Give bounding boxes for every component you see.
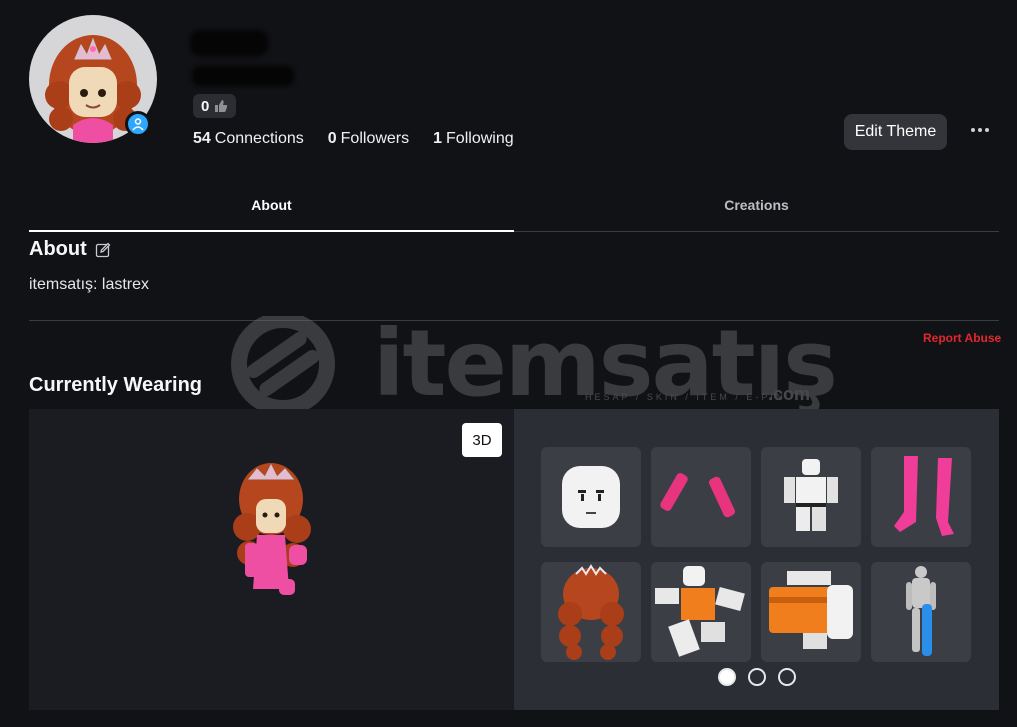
- wearing-items-grid: [541, 447, 971, 662]
- wearing-item[interactable]: [541, 562, 641, 662]
- stat-connections[interactable]: 54 Connections: [193, 130, 304, 148]
- page-dot-1[interactable]: [718, 668, 736, 686]
- username-redacted: [192, 66, 294, 86]
- red-hair-icon: [558, 564, 624, 660]
- stat-followers[interactable]: 0 Followers: [328, 130, 409, 148]
- orange-torso-icon: [769, 571, 853, 649]
- white-body-icon: [784, 459, 838, 531]
- profile-avatar[interactable]: [29, 15, 157, 143]
- edit-theme-button[interactable]: Edit Theme: [844, 114, 947, 150]
- about-heading: About: [29, 238, 111, 261]
- wearing-item[interactable]: [651, 562, 751, 662]
- user-presence-icon: [125, 111, 151, 137]
- wearing-items-panel: [514, 409, 999, 710]
- watermark-subtitle: HESAP / SKIN / ITEM / E-PIN: [585, 392, 786, 402]
- wearing-item[interactable]: [761, 562, 861, 662]
- currently-wearing-title: Currently Wearing: [29, 374, 202, 396]
- wearing-item[interactable]: [871, 447, 971, 547]
- wearing-item[interactable]: [541, 447, 641, 547]
- more-options-icon[interactable]: [968, 118, 992, 142]
- pink-arms-icon: [660, 473, 735, 518]
- avatar-viewer[interactable]: 3D: [29, 409, 514, 710]
- stat-following[interactable]: 1 Following: [433, 130, 514, 148]
- blue-leg-icon: [906, 566, 936, 656]
- page-dot-3[interactable]: [778, 668, 796, 686]
- display-name-redacted: [190, 30, 268, 56]
- pink-legs-icon: [894, 456, 954, 536]
- about-description: itemsatış: lastrex: [29, 276, 150, 293]
- likes-count: 0: [201, 97, 210, 115]
- wearing-item[interactable]: [761, 447, 861, 547]
- wearing-item[interactable]: [871, 562, 971, 662]
- tab-creations[interactable]: Creations: [514, 186, 999, 231]
- avatar-figure: [233, 463, 311, 595]
- face-icon: [562, 466, 620, 528]
- tab-about[interactable]: About: [29, 186, 514, 232]
- view-3d-toggle[interactable]: 3D: [462, 423, 502, 457]
- watermark-logo-icon: [231, 316, 335, 416]
- report-abuse-link[interactable]: Report Abuse: [923, 331, 1001, 345]
- likes-badge[interactable]: 0: [193, 94, 237, 118]
- profile-stats: 54 Connections 0 Followers 1 Following: [193, 130, 514, 148]
- section-divider: [29, 320, 999, 321]
- about-title: About: [29, 238, 87, 260]
- page-dot-2[interactable]: [748, 668, 766, 686]
- watermark-suffix: .com: [768, 384, 811, 404]
- profile-tabs: About Creations: [29, 186, 999, 232]
- watermark: itemsatış HESAP / SKIN / ITEM / E-PIN .c…: [213, 310, 838, 417]
- edit-pencil-icon[interactable]: [95, 242, 111, 258]
- watermark-text: itemsatış: [373, 310, 838, 417]
- pagination-dots: [718, 668, 796, 686]
- orange-outfit-icon: [655, 566, 745, 657]
- thumbs-up-icon: [215, 100, 228, 112]
- wearing-item[interactable]: [651, 447, 751, 547]
